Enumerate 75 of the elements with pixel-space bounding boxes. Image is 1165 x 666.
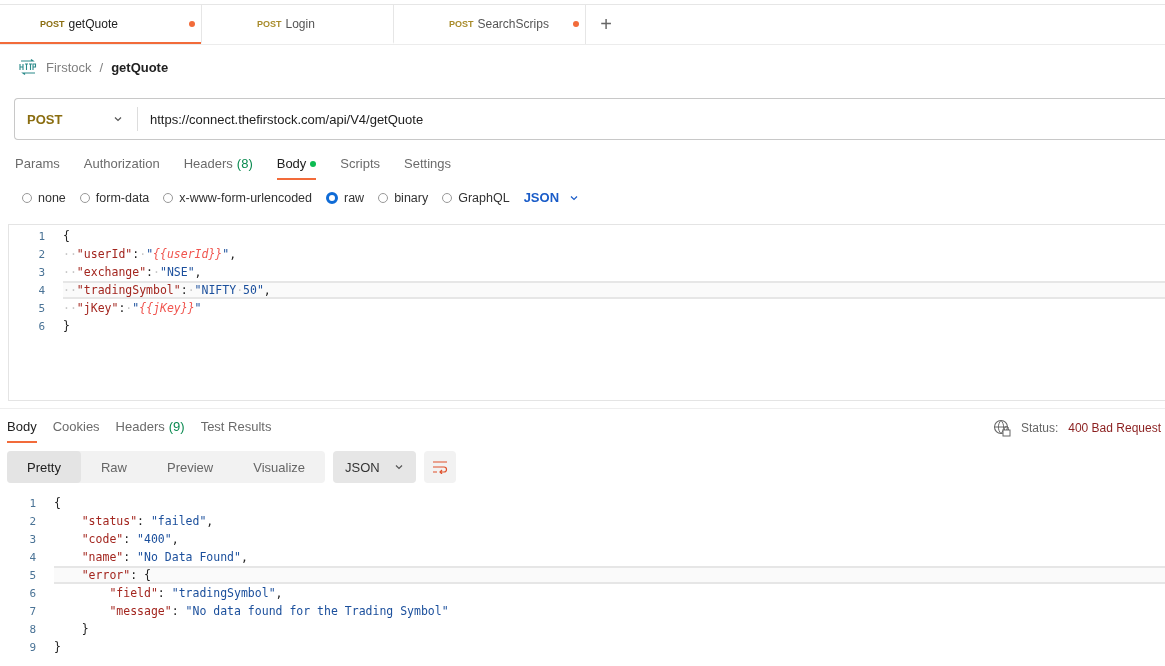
request-section-tab[interactable]: Settings — [404, 150, 452, 180]
code-text: ··"userId":·"{{userId}}", — [63, 246, 238, 263]
line-number: 7 — [28, 604, 37, 618]
new-tab-button[interactable]: + — [585, 5, 626, 44]
line-number: 4 — [37, 283, 46, 297]
request-tab[interactable]: POST getQuote — [0, 5, 201, 44]
line-number: 1 — [37, 229, 46, 243]
response-tab[interactable]: Headers (9) — [115, 413, 185, 443]
method-label: POST — [40, 18, 65, 29]
response-tab[interactable]: Test Results — [200, 413, 272, 443]
collection-link[interactable]: Firstock — [46, 59, 92, 75]
response-tab[interactable]: Cookies — [52, 413, 100, 443]
code-text: "code": "400", — [80, 531, 180, 548]
code-text: } — [63, 318, 71, 335]
code-text: { — [54, 495, 62, 512]
request-tab[interactable]: POST Login — [201, 5, 393, 44]
code-text: "message": "No data found for the Trading Symbol" — [108, 603, 450, 620]
request-tab[interactable]: POST SearchScrips — [393, 5, 585, 44]
body-type-radio[interactable]: form-data — [79, 190, 150, 205]
line-number: 5 — [28, 568, 37, 582]
code-text: } — [54, 639, 62, 656]
chevron-down-icon — [113, 114, 123, 124]
chevron-down-icon — [393, 462, 404, 472]
code-text: ··"jKey":·"{{jKey}}" — [63, 300, 203, 317]
code-text: "field": "tradingSymbol", — [108, 585, 284, 602]
body-type-radio[interactable]: binary — [378, 190, 429, 205]
view-mode-tab[interactable]: Preview — [147, 451, 234, 483]
request-section-tab[interactable]: Authorization — [83, 150, 160, 180]
line-number: 3 — [37, 265, 46, 279]
format-dropdown[interactable]: JSON — [523, 190, 580, 205]
line-number: 8 — [28, 622, 37, 636]
code-text: "status": "failed", — [80, 513, 215, 530]
method-dropdown[interactable]: POST — [15, 107, 138, 131]
response-tab[interactable]: Body — [7, 413, 37, 443]
body-type-radio[interactable]: raw — [326, 190, 365, 205]
request-section-tab[interactable]: Body — [276, 150, 317, 180]
body-type-radio[interactable]: GraphQL — [442, 190, 510, 205]
line-number: 2 — [37, 247, 46, 261]
tab-title: Login — [285, 16, 316, 31]
code-editor[interactable]: 1 { 2 ··"userId":·"{{userId}}", 3 ··"exchange":·"NSE", 4 ··"tradingSymbol":·"NIFTY·50", 5 ··"jKey":·"{{jKey}}" 6 } — [8, 224, 1165, 401]
method-label: POST — [449, 18, 474, 29]
line-number: 1 — [28, 496, 37, 510]
code-text: ··"exchange":·"NSE", — [63, 264, 203, 281]
line-number: 4 — [28, 550, 37, 564]
http-icon — [18, 59, 38, 75]
request-name: getQuote — [111, 59, 169, 75]
code-text: ··"tradingSymbol":·"NIFTY·50", — [63, 281, 1165, 299]
url-field[interactable]: https://connect.thefirstock.com/api/V4/getQuote — [138, 111, 424, 127]
view-mode-tab[interactable]: Visualize — [233, 451, 326, 483]
breadcrumb-separator: / — [99, 59, 104, 75]
code-text: { — [63, 228, 71, 245]
code-text: "error": { — [54, 566, 1165, 584]
response-format-dropdown[interactable]: JSON — [333, 451, 416, 483]
status-label: Status: — [1020, 421, 1059, 435]
line-number: 9 — [28, 640, 37, 654]
line-number: 6 — [37, 319, 46, 333]
method-label: POST — [257, 18, 282, 29]
status-value: 400 Bad Request — [1068, 421, 1161, 435]
body-type-radio[interactable]: x-www-form-urlencoded — [163, 190, 312, 205]
line-number: 6 — [28, 586, 37, 600]
request-section-tab[interactable]: Headers (8) — [183, 150, 253, 180]
tab-title: getQuote — [68, 16, 119, 31]
wrap-lines-icon — [431, 460, 448, 474]
line-number: 2 — [28, 514, 37, 528]
body-type-radio[interactable]: none — [22, 190, 66, 205]
request-section-tab[interactable]: Scripts — [340, 150, 381, 180]
line-number: 3 — [28, 532, 37, 546]
view-mode-tab[interactable]: Pretty — [7, 451, 81, 483]
tab-title: SearchScrips — [477, 16, 550, 31]
line-number: 5 — [37, 301, 46, 315]
code-text: "name": "No Data Found", — [80, 549, 249, 566]
code-text: } — [80, 621, 90, 638]
globe-lock-icon[interactable] — [992, 419, 1011, 437]
view-mode-tab[interactable]: Raw — [80, 451, 147, 483]
request-section-tab[interactable]: Params — [15, 150, 60, 180]
